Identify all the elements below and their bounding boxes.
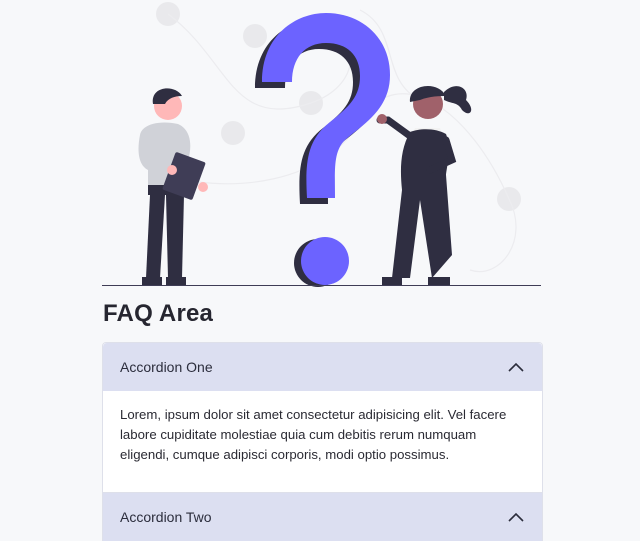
- faq-illustration: [102, 2, 541, 287]
- faq-accordion: Accordion One Lorem, ipsum dolor sit ame…: [102, 342, 543, 541]
- decor-circle: [221, 121, 245, 145]
- chevron-up-icon[interactable]: [508, 512, 524, 522]
- accordion-header-two[interactable]: Accordion Two: [103, 493, 542, 541]
- woman-figure: [376, 85, 472, 285]
- accordion-body-one: Lorem, ipsum dolor sit amet consectetur …: [103, 391, 542, 493]
- accordion-label: Accordion Two: [120, 509, 212, 525]
- question-dot: [301, 237, 349, 285]
- man-figure: [138, 88, 208, 285]
- accordion-label: Accordion One: [120, 359, 213, 375]
- accordion-header-one[interactable]: Accordion One: [103, 343, 542, 391]
- decor-circle: [243, 24, 267, 48]
- chevron-up-icon[interactable]: [508, 362, 524, 372]
- page-title: FAQ Area: [103, 300, 214, 327]
- question-mark: [262, 13, 390, 198]
- faq-page: FAQ Area Accordion One Lorem, ipsum dolo…: [0, 0, 640, 541]
